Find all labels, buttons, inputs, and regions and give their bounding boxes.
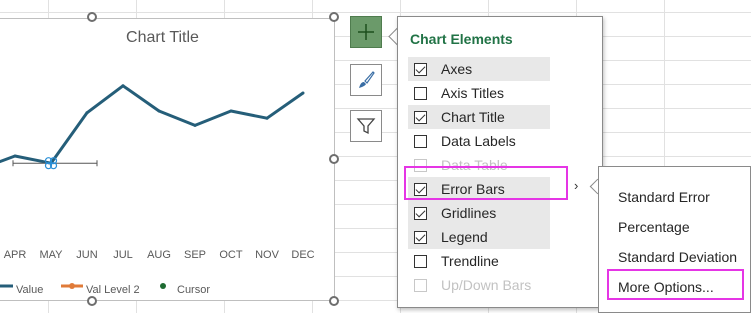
x-tick-label: AUG: [147, 249, 171, 261]
checkbox-gridlines[interactable]: [414, 206, 427, 220]
x-tick-label: NOV: [255, 249, 280, 261]
chart-element-axis-titles[interactable]: Axis Titles: [408, 81, 550, 105]
data-point[interactable]: [265, 116, 269, 120]
more-options-highlight-box: [607, 269, 744, 300]
submenu-item-standard-deviation[interactable]: Standard Deviation: [618, 249, 737, 265]
data-point[interactable]: [193, 123, 197, 127]
x-tick-label: MAY: [39, 249, 63, 261]
chart-element-up-down-bars: Up/Down Bars: [408, 273, 550, 297]
data-point[interactable]: [121, 84, 125, 88]
chart-element-label: Up/Down Bars: [441, 277, 532, 293]
x-tick-label: DEC: [291, 249, 314, 261]
plot-area: APR MAY JUN JUL AUG SEP OCT NOV DEC: [0, 84, 315, 261]
data-point[interactable]: [229, 109, 233, 113]
error-bars-highlight-box: [404, 166, 568, 200]
checkbox-up-down-bars: [414, 278, 427, 292]
x-tick-label: OCT: [219, 249, 243, 261]
checkbox-axes[interactable]: [414, 62, 427, 76]
resize-handle-top[interactable]: [87, 12, 97, 22]
resize-handle-bottom-right[interactable]: [329, 296, 339, 306]
checkbox-axis-titles[interactable]: [414, 86, 427, 100]
data-point[interactable]: [13, 154, 17, 158]
chart-element-gridlines[interactable]: Gridlines: [408, 201, 550, 225]
legend-val-level-key: [61, 281, 83, 293]
chart-element-label: Data Labels: [441, 133, 516, 149]
x-tick-label: JUL: [113, 249, 133, 261]
chart-elements-panel: Chart Elements Axes Axis Titles Chart Titl…: [397, 16, 603, 308]
submenu-item-percentage[interactable]: Percentage: [618, 219, 690, 235]
submenu-item-standard-error[interactable]: Standard Error: [618, 189, 710, 205]
resize-handle-right[interactable]: [329, 154, 339, 164]
x-tick-label: APR: [4, 249, 27, 261]
series-line-value[interactable]: [0, 84, 304, 169]
legend-cursor-key: [159, 281, 167, 293]
checkbox-legend[interactable]: [414, 230, 427, 244]
chart-element-label: Legend: [441, 229, 488, 245]
resize-handle-bottom[interactable]: [87, 296, 97, 306]
resize-handle-top-right[interactable]: [329, 12, 339, 22]
data-point[interactable]: [157, 109, 161, 113]
chart-element-chart-title[interactable]: Chart Title: [408, 105, 550, 129]
chart-element-data-labels[interactable]: Data Labels: [408, 129, 550, 153]
chart-area[interactable]: Chart Title APR MAY JUN JUL AUG SEP OCT NOV DEC …: [0, 18, 335, 301]
brush-icon: [359, 71, 375, 88]
chart-element-label: Trendline: [441, 253, 499, 269]
x-tick-label: JUN: [76, 249, 97, 261]
plus-icon: [358, 24, 374, 40]
legend-value-key: [0, 281, 13, 293]
chart-element-axes[interactable]: Axes: [408, 57, 550, 81]
chart-element-legend[interactable]: Legend: [408, 225, 550, 249]
chart-styles-button[interactable]: [350, 64, 382, 96]
checkbox-data-labels[interactable]: [414, 134, 427, 148]
chart-filters-button[interactable]: [350, 110, 382, 142]
funnel-icon: [356, 118, 376, 135]
checkbox-chart-title[interactable]: [414, 110, 427, 124]
checkbox-trendline[interactable]: [414, 254, 427, 268]
chevron-right-icon[interactable]: ›: [574, 178, 578, 193]
data-point[interactable]: [85, 111, 89, 115]
chart-elements-button[interactable]: [350, 16, 382, 48]
chart-element-label: Axes: [441, 61, 473, 77]
legend-cursor-label: Cursor: [177, 284, 211, 296]
chart-element-label: Gridlines: [441, 205, 497, 221]
panel-title: Chart Elements: [410, 31, 513, 47]
data-point[interactable]: [301, 91, 305, 95]
legend-value-label: Value: [16, 284, 44, 296]
chart-element-label: Chart Title: [441, 109, 505, 125]
chart-element-label: Axis Titles: [441, 85, 505, 101]
x-tick-label: SEP: [184, 249, 206, 261]
legend-val-level-label: Val Level 2: [86, 284, 140, 296]
chart-element-trendline[interactable]: Trendline: [408, 249, 550, 273]
